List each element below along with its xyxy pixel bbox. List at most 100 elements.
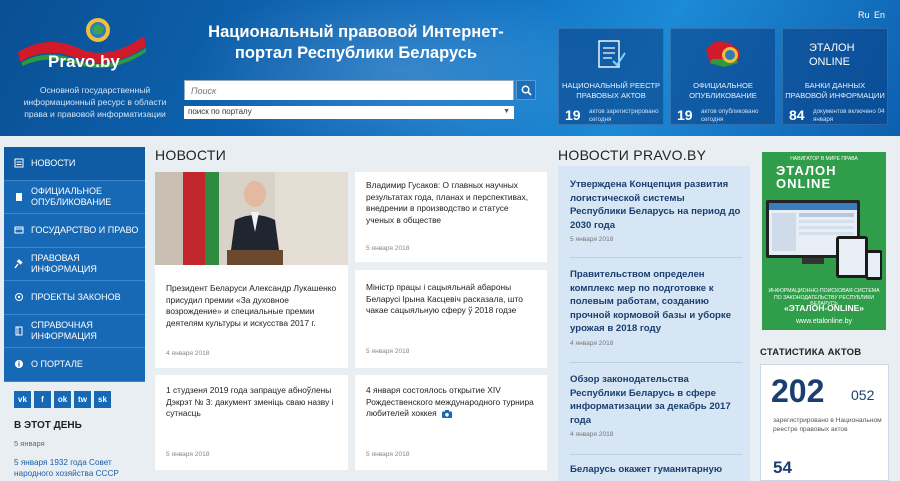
svg-text:ONLINE: ONLINE <box>809 56 850 68</box>
news-card[interactable]: Президент Беларуси Александр Лукашенко п… <box>155 172 348 368</box>
info-icon <box>13 358 25 370</box>
pravoby-news-item[interactable]: Беларусь окажет гуманитарную <box>570 463 742 477</box>
stats-total: 202 <box>771 373 825 409</box>
tile-label: ОФИЦИАЛЬНОЕ ОПУБЛИКОВАНИЕ <box>689 81 757 100</box>
pravoby-news-item[interactable]: Утверждена Концепция развития логистичес… <box>570 178 742 243</box>
news-card-title: 1 студзеня 2019 года запрацуе абноўлены … <box>166 385 334 418</box>
etalon-online-banner[interactable]: НАВИГАТОР В МИРЕ ПРАВА ЭТАЛОН ONLINE ИНФ… <box>762 152 886 330</box>
pravoby-news-item-title: Утверждена Концепция развития логистичес… <box>570 179 741 231</box>
news-photo <box>155 172 348 265</box>
search-button[interactable] <box>516 80 536 100</box>
sidebar-item-label: О ПОРТАЛЕ <box>31 359 83 369</box>
tile-caption: документов включено 04 января <box>813 108 885 123</box>
logo-text[interactable]: Pravo.by <box>48 52 120 72</box>
sidebar-item-label: СПРАВОЧНАЯ ИНФОРМАЦИЯ <box>31 320 97 341</box>
banner-logo: ЭТАЛОН ONLINE <box>776 164 837 190</box>
stats-title: СТАТИСТИКА АКТОВ <box>760 347 862 358</box>
banner-header: НАВИГАТОР В МИРЕ ПРАВА <box>790 156 858 162</box>
pravoby-news-item-title: Правительством определен комплекс мер по… <box>570 269 732 334</box>
news-card-date: 5 января 2018 <box>166 451 210 458</box>
book-icon <box>13 325 25 337</box>
sidebar-item-label: ГОСУДАРСТВО И ПРАВО <box>31 225 139 235</box>
etalon-online-logo: ЭТАЛОН ONLINE <box>809 42 855 68</box>
news-card[interactable]: 1 студзеня 2019 года запрацуе абноўлены … <box>155 375 348 470</box>
skype-icon[interactable]: sk <box>94 391 111 408</box>
sidebar-item-law-projects[interactable]: ПРОЕКТЫ ЗАКОНОВ <box>4 281 145 315</box>
vk-icon[interactable]: vk <box>14 391 31 408</box>
map-emblem-icon <box>706 41 740 67</box>
divider <box>570 454 742 455</box>
sidebar-nav: НОВОСТИ ОФИЦИАЛЬНОЕ ОПУБЛИКОВАНИЕ ГОСУДА… <box>4 147 145 382</box>
news-card-title: Владимир Гусаков: О главных научных резу… <box>366 180 529 225</box>
pravoby-news-item-title: Беларусь окажет гуманитарную <box>570 464 723 475</box>
state-icon <box>13 224 25 236</box>
pravoby-news-item[interactable]: Правительством определен комплекс мер по… <box>570 268 742 347</box>
stats-label: зарегистрировано в Национальном реестре … <box>773 417 882 433</box>
site-tagline: Основной государственный информационный … <box>23 85 167 119</box>
news-icon <box>13 157 25 169</box>
news-card[interactable]: Владимир Гусаков: О главных научных резу… <box>355 172 547 262</box>
pravoby-news-item-date: 5 января 2018 <box>570 236 614 243</box>
on-this-day-link[interactable]: 5 января 1932 года Совет народного хозяй… <box>14 457 144 479</box>
news-card-title: 4 января состоялось открытие XIV Рождест… <box>366 385 538 420</box>
sidebar-item-state-and-law[interactable]: ГОСУДАРСТВО И ПРАВО <box>4 214 145 248</box>
site-header: Pravo.by Основной государственный информ… <box>0 0 900 136</box>
sidebar-item-about[interactable]: О ПОРТАЛЕ <box>4 348 145 382</box>
facebook-icon[interactable]: f <box>34 391 51 408</box>
lang-en-link[interactable]: En <box>874 10 885 20</box>
portal-title: Национальный правовой Интернет-портал Ре… <box>208 23 504 62</box>
news-card-title: Президент Беларуси Александр Лукашенко п… <box>166 283 337 328</box>
tile-count: 84 <box>789 107 805 123</box>
tile-label: БАНКИ ДАННЫХ ПРАВОВОЙ ИНФОРМАЦИИ <box>785 81 885 100</box>
sidebar-item-official-publication[interactable]: ОФИЦИАЛЬНОЕ ОПУБЛИКОВАНИЕ <box>4 180 145 214</box>
search-scope-select[interactable]: поиск по порталу ▼ <box>184 106 514 119</box>
news-card-date: 5 января 2018 <box>366 348 410 355</box>
news-card-date: 5 января 2018 <box>366 451 410 458</box>
news-card-title: Міністр працы і сацыяльнай абароны Белар… <box>366 282 523 315</box>
on-this-day-title: В ЭТОТ ДЕНЬ <box>14 420 82 431</box>
tile-label: НАЦИОНАЛЬНЫЙ РЕЕСТР ПРАВОВЫХ АКТОВ <box>561 81 661 100</box>
social-links: vk f ok tw sk <box>14 391 114 408</box>
news-card-date: 5 января 2018 <box>366 245 410 252</box>
news-card[interactable]: Міністр працы і сацыяльнай абароны Белар… <box>355 270 547 368</box>
sidebar-item-label: ПРОЕКТЫ ЗАКОНОВ <box>31 292 121 302</box>
gavel-icon <box>13 258 25 270</box>
document-check-icon <box>598 40 626 68</box>
stats-second-value: 54 <box>773 458 792 477</box>
on-this-day-date: 5 января <box>14 439 45 448</box>
svg-text:ЭТАЛОН: ЭТАЛОН <box>809 42 855 54</box>
news-card[interactable]: 4 января состоялось открытие XIV Рождест… <box>355 375 547 470</box>
sidebar-item-legal-info[interactable]: ПРАВОВАЯ ИНФОРМАЦИЯ <box>4 247 145 281</box>
project-icon <box>13 291 25 303</box>
tile-national-registry[interactable]: НАЦИОНАЛЬНЫЙ РЕЕСТР ПРАВОВЫХ АКТОВ 19 ак… <box>558 28 664 125</box>
banner-logo-line2: ONLINE <box>776 176 832 191</box>
sidebar-item-news[interactable]: НОВОСТИ <box>4 147 145 181</box>
twitter-icon[interactable]: tw <box>74 391 91 408</box>
tile-official-publication[interactable]: ОФИЦИАЛЬНОЕ ОПУБЛИКОВАНИЕ 19 актов опубл… <box>670 28 776 125</box>
sidebar-item-label: ОФИЦИАЛЬНОЕ ОПУБЛИКОВАНИЕ <box>31 186 112 207</box>
odnoklassniki-icon[interactable]: ok <box>54 391 71 408</box>
search-icon <box>521 85 532 96</box>
tile-legal-databanks[interactable]: ЭТАЛОН ONLINE БАНКИ ДАННЫХ ПРАВОВОЙ ИНФО… <box>782 28 888 125</box>
banner-url[interactable]: www.etalonline.by <box>766 318 882 325</box>
stats-total-small: 052 <box>851 387 875 403</box>
tile-count: 19 <box>677 107 693 123</box>
news-section-title: НОВОСТИ <box>155 147 227 163</box>
lang-ru-link[interactable]: Ru <box>858 10 870 20</box>
sidebar-item-reference-info[interactable]: СПРАВОЧНАЯ ИНФОРМАЦИЯ <box>4 314 145 348</box>
stats-box: 202 052 зарегистрировано в Национальном … <box>760 364 889 481</box>
photo-camera-icon <box>442 409 453 418</box>
publish-icon <box>13 191 25 203</box>
search-input[interactable] <box>185 82 513 100</box>
news-card-date: 4 января 2018 <box>166 350 210 357</box>
search-field[interactable] <box>184 80 514 100</box>
divider <box>570 257 742 258</box>
divider <box>570 362 742 363</box>
pravoby-news-item[interactable]: Обзор законодательства Республики Белару… <box>570 373 742 438</box>
search-scope-value: поиск по порталу <box>188 107 252 116</box>
tile-caption: актов зарегистрировано сегодня <box>589 108 659 123</box>
pravoby-news-item-date: 4 января 2018 <box>570 431 614 438</box>
chevron-down-icon: ▼ <box>503 108 510 115</box>
tile-caption: актов опубликовано сегодня <box>701 108 759 123</box>
sidebar-item-label: ПРАВОВАЯ ИНФОРМАЦИЯ <box>31 253 97 274</box>
